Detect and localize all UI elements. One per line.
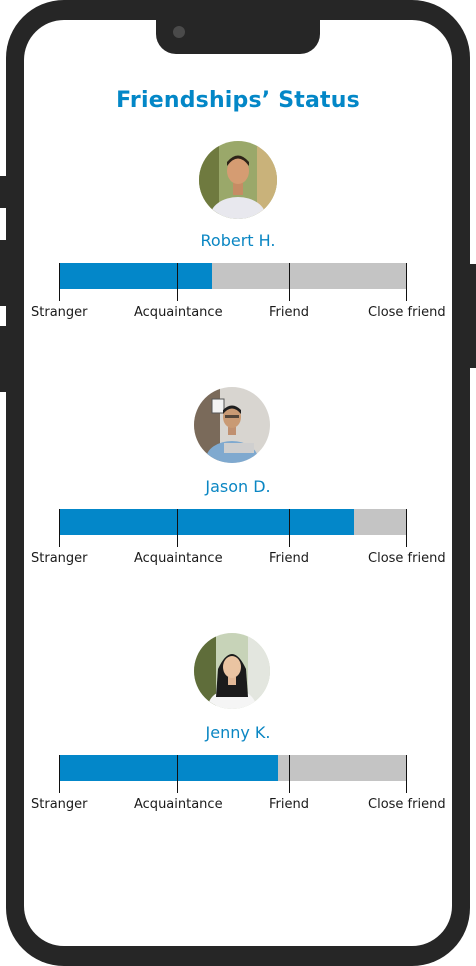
friendship-progress-bar bbox=[60, 755, 406, 781]
friendship-progress-bar bbox=[60, 263, 406, 289]
label-stranger: Stranger bbox=[31, 797, 88, 812]
label-friend: Friend bbox=[269, 305, 309, 320]
label-acquaintance: Acquaintance bbox=[134, 305, 223, 320]
label-acquaintance: Acquaintance bbox=[134, 797, 223, 812]
tick-acquaintance bbox=[177, 755, 178, 793]
avatar[interactable] bbox=[194, 387, 270, 463]
friend-name: Robert H. bbox=[200, 231, 276, 250]
tick-stranger bbox=[59, 509, 60, 547]
tick-close-friend bbox=[406, 509, 407, 547]
person-avatar-jason-icon bbox=[194, 387, 270, 463]
label-friend: Friend bbox=[269, 551, 309, 566]
progress-fill bbox=[60, 509, 355, 535]
tick-friend bbox=[289, 509, 290, 547]
friend-name: Jenny K. bbox=[205, 723, 271, 742]
page-title: Friendships’ Status bbox=[116, 88, 360, 113]
label-friend: Friend bbox=[269, 797, 309, 812]
tick-friend bbox=[289, 755, 290, 793]
label-close-friend: Close friend bbox=[368, 797, 446, 812]
tick-stranger bbox=[59, 263, 60, 301]
label-stranger: Stranger bbox=[31, 305, 88, 320]
person-avatar-robert-icon bbox=[199, 141, 277, 219]
friend-card: Robert H. Stranger Acquaintance Friend C… bbox=[0, 141, 476, 331]
camera-icon bbox=[173, 26, 185, 38]
label-close-friend: Close friend bbox=[368, 305, 446, 320]
tick-acquaintance bbox=[177, 263, 178, 301]
friendship-progress-bar bbox=[60, 509, 406, 535]
tick-close-friend bbox=[406, 263, 407, 301]
progress-fill bbox=[60, 755, 278, 781]
tick-friend bbox=[289, 263, 290, 301]
tick-acquaintance bbox=[177, 509, 178, 547]
tick-close-friend bbox=[406, 755, 407, 793]
label-stranger: Stranger bbox=[31, 551, 88, 566]
avatar[interactable] bbox=[194, 633, 270, 709]
label-acquaintance: Acquaintance bbox=[134, 551, 223, 566]
friend-name: Jason D. bbox=[205, 477, 271, 496]
avatar[interactable] bbox=[199, 141, 277, 219]
label-close-friend: Close friend bbox=[368, 551, 446, 566]
friend-card: Jenny K. Stranger Acquaintance Friend Cl… bbox=[0, 633, 476, 823]
tick-stranger bbox=[59, 755, 60, 793]
friend-card: Jason D. Stranger Acquaintance Friend Cl… bbox=[0, 387, 476, 577]
progress-fill bbox=[60, 263, 213, 289]
person-avatar-jenny-icon bbox=[194, 633, 270, 709]
